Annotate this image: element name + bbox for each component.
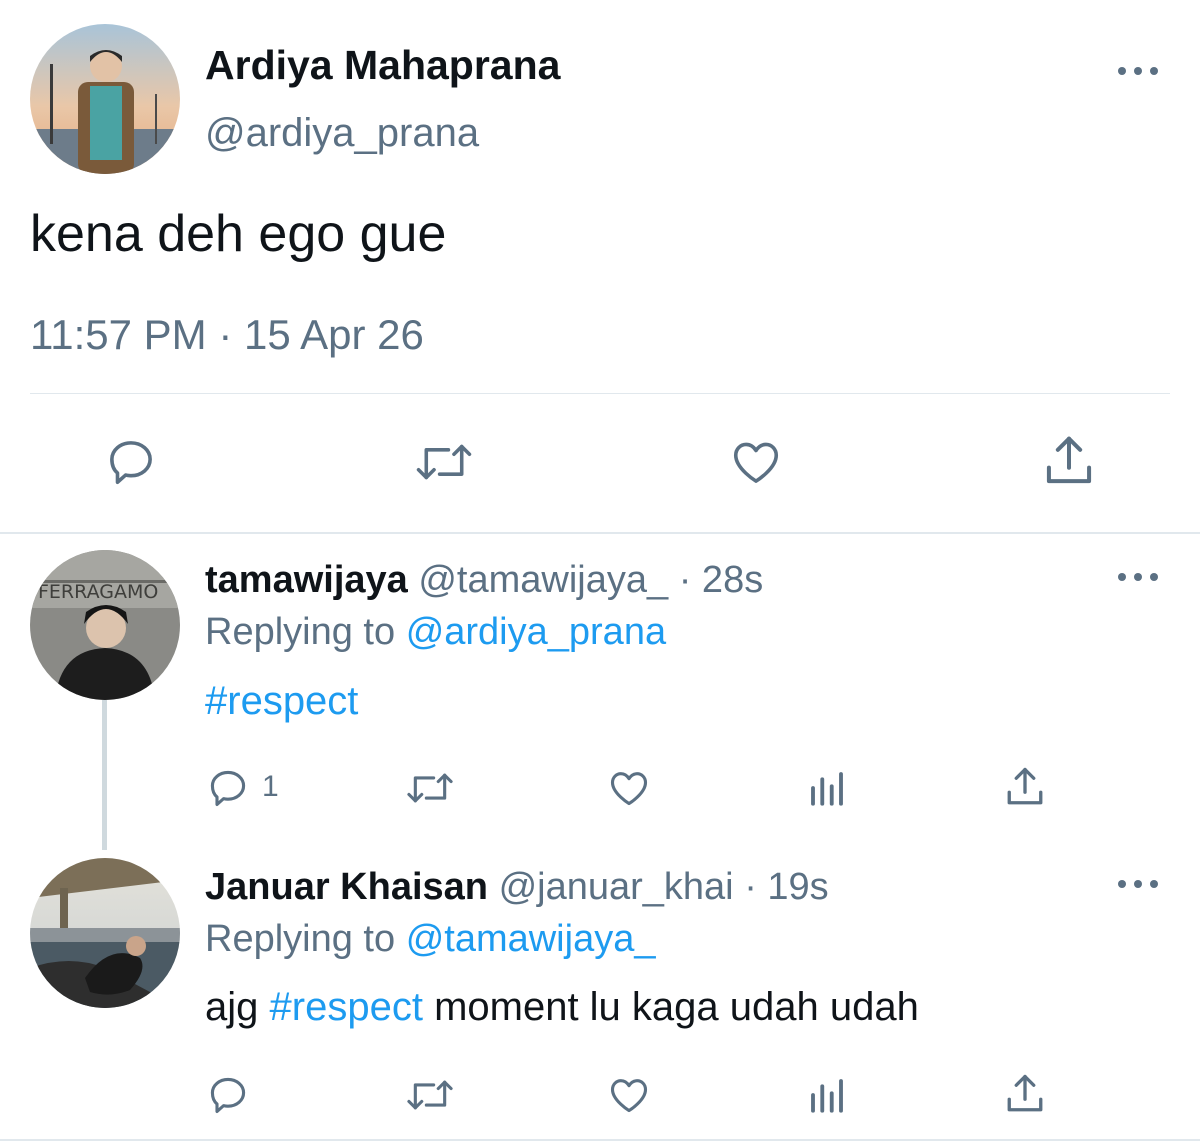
reply1-display-name[interactable]: tamawijaya <box>205 559 408 601</box>
divider <box>30 393 1170 394</box>
analytics-icon[interactable] <box>806 766 848 810</box>
reply1-handle[interactable]: @tamawijaya_ <box>418 559 668 601</box>
replying-to-link[interactable]: @ardiya_prana <box>406 611 666 653</box>
bottom-divider <box>0 1139 1200 1141</box>
reply-icon[interactable] <box>104 435 158 489</box>
main-timestamp: 11:57 PM · 15 Apr 26 <box>30 311 424 359</box>
retweet-icon[interactable] <box>404 766 456 810</box>
retweet-icon[interactable] <box>413 435 475 489</box>
replying-to-label: Replying to <box>205 611 396 653</box>
reply2-display-name[interactable]: Januar Khaisan <box>205 866 488 908</box>
hashtag-link[interactable]: #respect <box>270 985 423 1029</box>
main-display-name[interactable]: Ardiya Mahaprana <box>205 42 560 89</box>
main-time: 11:57 PM <box>30 311 207 358</box>
replying-to-label: Replying to <box>205 918 396 960</box>
share-icon[interactable] <box>1004 1071 1046 1117</box>
reply2-handle[interactable]: @januar_khai <box>499 866 734 908</box>
more-icon[interactable] <box>1118 877 1158 891</box>
reply-count: 1 <box>262 770 279 803</box>
reply2-text: ajg #respect moment lu kaga udah udah <box>205 985 919 1030</box>
replying-to-link[interactable]: @tamawijaya_ <box>406 918 656 960</box>
retweet-icon[interactable] <box>404 1073 456 1117</box>
more-icon[interactable] <box>1118 64 1158 78</box>
like-icon[interactable] <box>606 766 652 810</box>
reply1-header: tamawijaya @tamawijaya_ · 28s <box>205 559 763 602</box>
reply2-header: Januar Khaisan @januar_khai · 19s <box>205 866 829 909</box>
reply2-text-after: moment lu kaga udah udah <box>434 985 919 1029</box>
share-icon[interactable] <box>1004 764 1046 810</box>
reply2-time[interactable]: · 19s <box>744 866 828 908</box>
reply1-avatar-sign: FERRAGAMO <box>38 581 158 603</box>
section-divider <box>0 532 1200 534</box>
main-avatar[interactable] <box>30 24 180 174</box>
main-handle[interactable]: @ardiya_prana <box>205 111 479 156</box>
reply2-text-before: ajg <box>205 985 259 1029</box>
share-icon[interactable] <box>1042 432 1096 490</box>
more-icon[interactable] <box>1118 570 1158 584</box>
analytics-icon[interactable] <box>806 1073 848 1117</box>
like-icon[interactable] <box>606 1073 652 1117</box>
reply-icon[interactable] <box>206 766 250 810</box>
reply1-time[interactable]: · 28s <box>679 559 763 601</box>
reply2-replying-to: Replying to @tamawijaya_ <box>205 918 655 961</box>
main-tweet-text: kena deh ego gue <box>30 205 447 263</box>
reply2-avatar[interactable] <box>30 858 180 1008</box>
thread-line <box>102 700 107 850</box>
reply1-avatar[interactable]: FERRAGAMO <box>30 550 180 700</box>
hashtag-link[interactable]: #respect <box>205 679 358 724</box>
reply-icon[interactable] <box>206 1073 250 1117</box>
main-date: 15 Apr 26 <box>244 311 424 358</box>
reply1-replying-to: Replying to @ardiya_prana <box>205 611 666 654</box>
like-icon[interactable] <box>728 435 784 489</box>
main-dot: · <box>218 311 233 358</box>
